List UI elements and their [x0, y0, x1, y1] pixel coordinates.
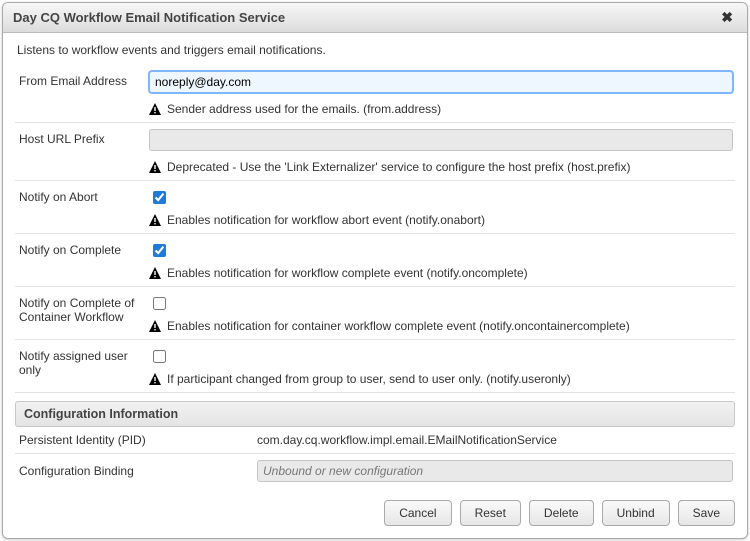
label-notify-container: Notify on Complete of Container Workflow [17, 293, 149, 324]
hint-notify-abort: Enables notification for workflow abort … [149, 213, 733, 227]
close-icon[interactable]: ✖ [717, 9, 737, 26]
config-pid-label: Persistent Identity (PID) [17, 433, 257, 447]
label-from-email: From Email Address [17, 71, 149, 88]
dialog-title: Day CQ Workflow Email Notification Servi… [13, 10, 285, 25]
warning-icon [149, 373, 161, 385]
field-notify-complete: Notify on Complete Enables notification … [15, 234, 735, 287]
unbind-button[interactable]: Unbind [602, 500, 670, 526]
button-bar: Cancel Reset Delete Unbind Save [3, 488, 747, 538]
input-from-email[interactable] [149, 71, 733, 93]
hint-notify-complete: Enables notification for workflow comple… [149, 266, 733, 280]
field-notify-abort: Notify on Abort Enables notification for… [15, 181, 735, 234]
checkbox-notify-container[interactable] [153, 297, 166, 310]
config-binding-row: Configuration Binding [15, 454, 735, 488]
label-host-url: Host URL Prefix [17, 129, 149, 146]
config-pid-row: Persistent Identity (PID) com.day.cq.wor… [15, 427, 735, 454]
dialog-subtitle: Listens to workflow events and triggers … [3, 33, 747, 65]
input-host-url[interactable] [149, 129, 733, 151]
field-notify-useronly: Notify assigned user only If participant… [15, 340, 735, 393]
config-dialog: Day CQ Workflow Email Notification Servi… [2, 2, 748, 539]
delete-button[interactable]: Delete [529, 500, 594, 526]
checkbox-notify-complete[interactable] [153, 244, 166, 257]
form-area: From Email Address Sender address used f… [3, 65, 747, 488]
field-host-url: Host URL Prefix Deprecated - Use the 'Li… [15, 123, 735, 181]
config-binding-value [257, 460, 733, 482]
cancel-button[interactable]: Cancel [384, 500, 451, 526]
warning-icon [149, 214, 161, 226]
warning-icon [149, 161, 161, 173]
hint-host-url: Deprecated - Use the 'Link Externalizer'… [149, 160, 733, 174]
checkbox-notify-abort[interactable] [153, 191, 166, 204]
field-notify-container: Notify on Complete of Container Workflow… [15, 287, 735, 340]
hint-from-email: Sender address used for the emails. (fro… [149, 102, 733, 116]
warning-icon [149, 103, 161, 115]
dialog-titlebar: Day CQ Workflow Email Notification Servi… [3, 3, 747, 33]
label-notify-useronly: Notify assigned user only [17, 346, 149, 377]
label-notify-abort: Notify on Abort [17, 187, 149, 204]
hint-notify-container: Enables notification for container workf… [149, 319, 733, 333]
config-info-heading: Configuration Information [15, 401, 735, 427]
config-pid-value: com.day.cq.workflow.impl.email.EMailNoti… [257, 433, 733, 447]
save-button[interactable]: Save [678, 500, 735, 526]
field-from-email: From Email Address Sender address used f… [15, 65, 735, 123]
checkbox-notify-useronly[interactable] [153, 350, 166, 363]
config-binding-label: Configuration Binding [17, 464, 257, 478]
reset-button[interactable]: Reset [460, 500, 521, 526]
label-notify-complete: Notify on Complete [17, 240, 149, 257]
warning-icon [149, 320, 161, 332]
warning-icon [149, 267, 161, 279]
hint-notify-useronly: If participant changed from group to use… [149, 372, 733, 386]
